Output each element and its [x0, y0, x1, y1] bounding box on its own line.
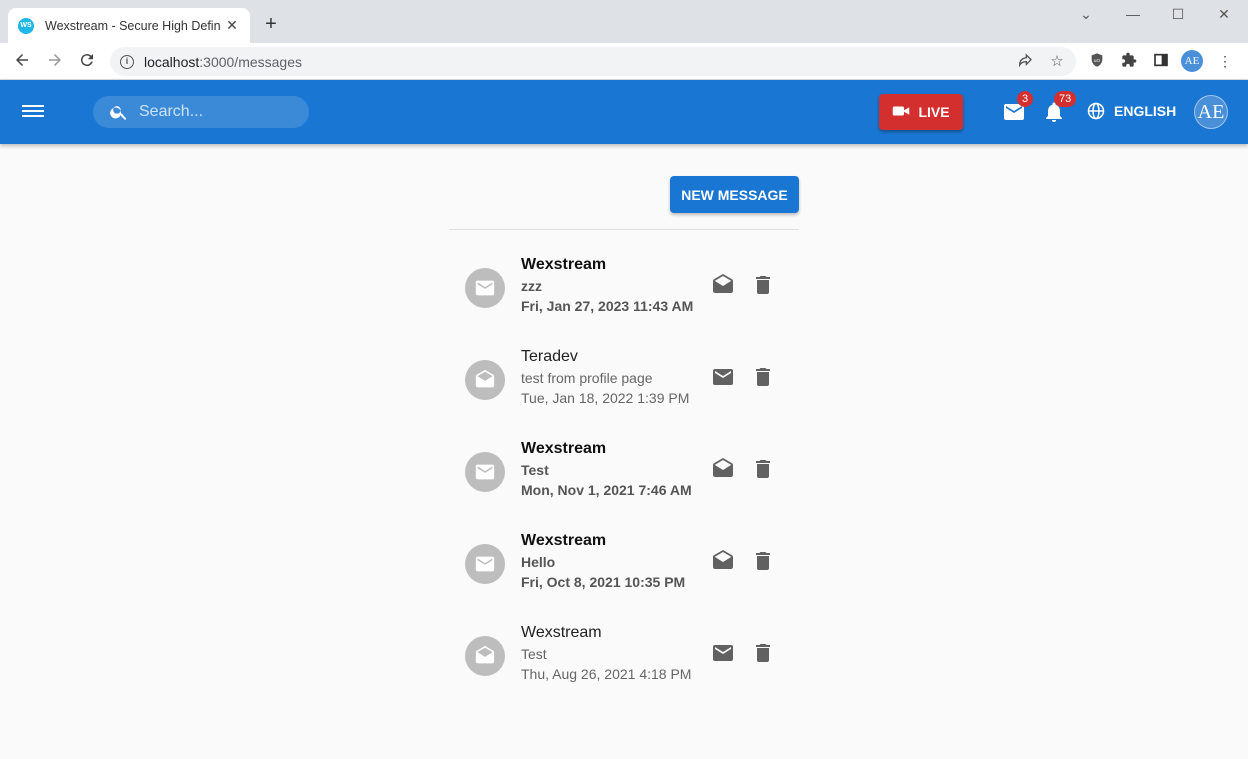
delete-icon[interactable] [751, 549, 775, 573]
message-item[interactable]: Teradev test from profile page Tue, Jan … [449, 346, 799, 438]
delete-icon[interactable] [751, 641, 775, 665]
message-item[interactable]: Wexstream Hello Fri, Oct 8, 2021 10:35 P… [449, 530, 799, 622]
message-subject: zzz [521, 278, 542, 294]
message-item[interactable]: Wexstream Test Mon, Nov 1, 2021 7:46 AM [449, 438, 799, 530]
user-avatar[interactable]: AE [1194, 95, 1228, 129]
message-avatar [465, 636, 505, 676]
message-sender: Wexstream [521, 532, 607, 549]
mail-icon [475, 464, 495, 480]
side-panel-icon[interactable] [1152, 52, 1170, 70]
shield-extension-icon[interactable]: uO [1088, 52, 1106, 70]
message-date: Fri, Oct 8, 2021 10:35 PM [521, 574, 686, 590]
minimize-icon[interactable]: — [1123, 6, 1143, 22]
site-info-icon[interactable]: i [120, 54, 134, 69]
mark-read-icon[interactable] [711, 549, 735, 573]
message-date: Thu, Aug 26, 2021 4:18 PM [521, 666, 692, 682]
back-icon[interactable] [12, 51, 32, 71]
message-subject: test from profile page [521, 370, 653, 386]
notifications-badge: 73 [1054, 91, 1077, 107]
messages-button[interactable]: 3 [1002, 91, 1034, 124]
mark-unread-icon[interactable] [711, 641, 735, 665]
live-label: LIVE [918, 104, 950, 120]
url-text[interactable]: localhost:3000/messages [144, 54, 302, 70]
tab-search-icon[interactable]: ⌄ [1076, 6, 1096, 23]
bookmark-star-icon[interactable]: ☆ [1048, 53, 1066, 71]
notifications-button[interactable]: 73 [1042, 91, 1077, 124]
new-tab-icon[interactable]: + [262, 14, 280, 34]
message-date: Fri, Jan 27, 2023 11:43 AM [521, 298, 694, 314]
message-subject: Test [521, 646, 547, 662]
address-bar[interactable]: i localhost:3000/messages ☆ [110, 47, 1076, 76]
forward-icon[interactable] [45, 51, 65, 71]
message-date: Mon, Nov 1, 2021 7:46 AM [521, 482, 692, 498]
mail-open-icon [475, 645, 495, 664]
browser-titlebar: WS Wexstream - Secure High Definition ✕ … [0, 0, 1248, 43]
message-sender: Wexstream [521, 256, 607, 273]
browser-menu-icon[interactable]: ⋮ [1216, 52, 1234, 70]
mark-read-icon[interactable] [711, 457, 735, 481]
globe-icon [1087, 102, 1105, 120]
svg-text:uO: uO [1094, 58, 1101, 63]
browser-toolbar: i localhost:3000/messages ☆ uO AE ⋮ [0, 43, 1248, 80]
message-subject: Test [521, 462, 549, 478]
message-subject: Hello [521, 554, 556, 570]
maximize-icon[interactable]: ☐ [1168, 6, 1188, 23]
mark-unread-icon[interactable] [711, 365, 735, 389]
message-avatar [465, 452, 505, 492]
hamburger-menu-icon[interactable] [22, 102, 44, 122]
search-input[interactable] [139, 103, 299, 121]
live-button[interactable]: LIVE [879, 94, 963, 130]
share-icon[interactable] [1016, 53, 1034, 71]
message-avatar [465, 544, 505, 584]
search-box[interactable] [93, 96, 309, 128]
browser-tab[interactable]: WS Wexstream - Secure High Definition ✕ [8, 8, 250, 43]
messages-badge: 3 [1017, 91, 1034, 107]
divider [449, 229, 799, 230]
message-avatar [465, 360, 505, 400]
message-sender: Wexstream [521, 624, 602, 641]
mail-icon [475, 280, 495, 296]
message-avatar [465, 268, 505, 308]
language-selector[interactable]: ENGLISH [1087, 102, 1176, 120]
message-item[interactable]: Wexstream Test Thu, Aug 26, 2021 4:18 PM [449, 622, 799, 714]
tab-title: Wexstream - Secure High Definition [45, 18, 221, 33]
message-sender: Wexstream [521, 440, 607, 457]
search-icon [110, 106, 127, 120]
delete-icon[interactable] [751, 365, 775, 389]
favicon-icon: WS [18, 17, 34, 34]
message-date: Tue, Jan 18, 2022 1:39 PM [521, 390, 690, 406]
app-header: LIVE 3 73 ENGLISH AE [0, 80, 1248, 144]
close-window-icon[interactable]: ✕ [1214, 6, 1234, 23]
reload-icon[interactable] [77, 51, 97, 71]
message-sender: Teradev [521, 348, 578, 365]
browser-profile-avatar[interactable]: AE [1181, 50, 1203, 72]
delete-icon[interactable] [751, 273, 775, 297]
video-camera-icon [892, 104, 910, 121]
language-label: ENGLISH [1114, 103, 1177, 119]
extensions-puzzle-icon[interactable] [1120, 52, 1138, 70]
mark-read-icon[interactable] [711, 273, 735, 297]
delete-icon[interactable] [751, 457, 775, 481]
new-message-button[interactable]: NEW MESSAGE [670, 176, 799, 213]
mail-icon [475, 556, 495, 572]
mail-open-icon [475, 369, 495, 388]
message-item[interactable]: Wexstream zzz Fri, Jan 27, 2023 11:43 AM [449, 254, 799, 346]
tab-close-icon[interactable]: ✕ [224, 17, 240, 33]
